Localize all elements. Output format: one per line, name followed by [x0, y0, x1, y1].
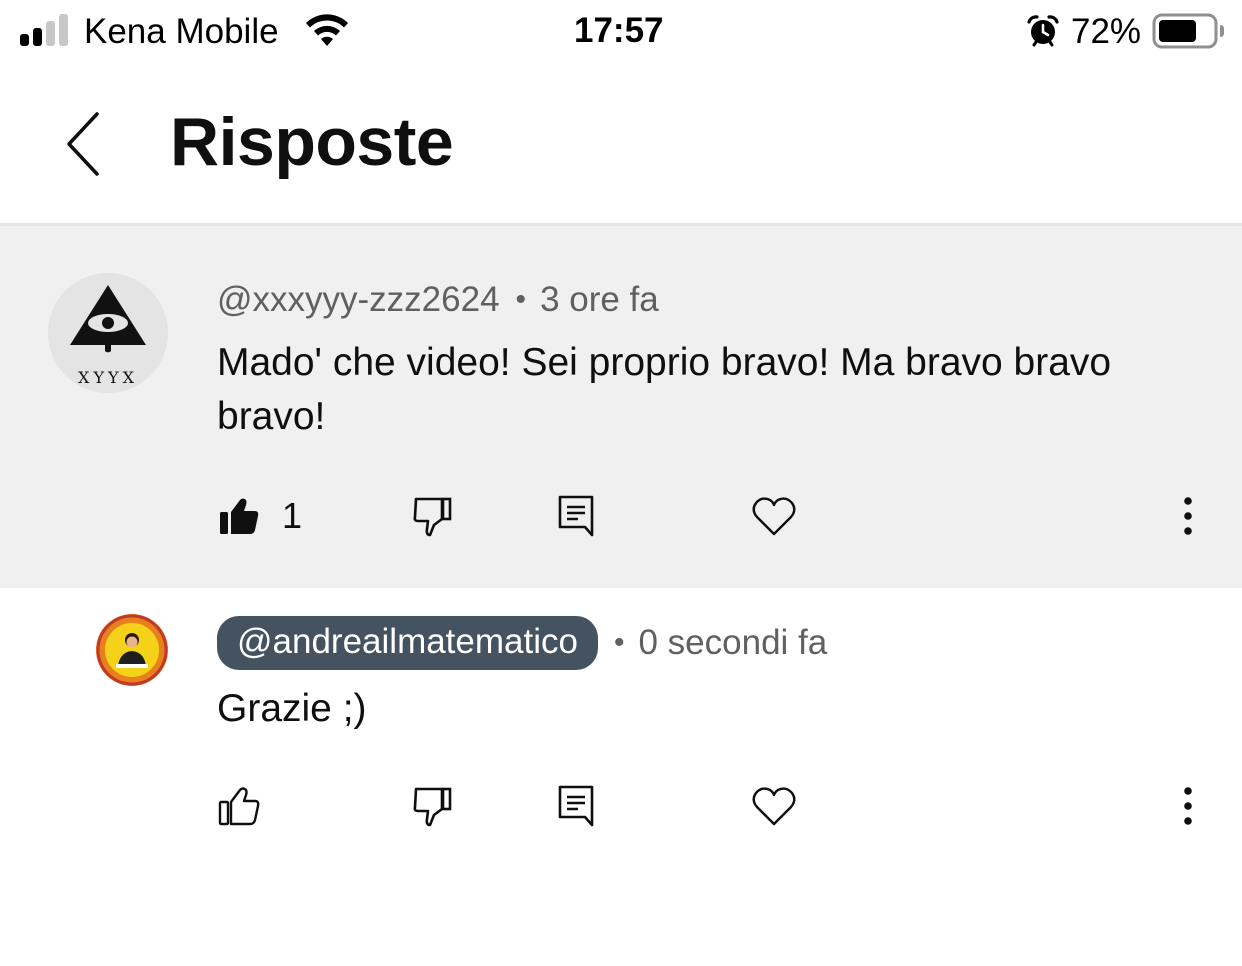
comment-text: Grazie ;): [217, 687, 367, 730]
more-options-button[interactable]: [1178, 486, 1198, 546]
comment-reply: @andreailmatematico • 0 secondi fa Grazi…: [0, 588, 1242, 966]
battery-icon: [1152, 12, 1226, 50]
heart-icon: [752, 787, 796, 826]
like-count: 1: [282, 495, 303, 536]
channel-avatar-icon: [96, 614, 168, 686]
separator-dot: •: [613, 626, 625, 659]
more-options-button[interactable]: [1178, 776, 1198, 836]
comment-thread-parent: XYYX @xxxyyy-zzz2624 • 3 ore fa Mado' ch…: [0, 226, 1242, 588]
heart-button[interactable]: [752, 486, 796, 546]
comment-author[interactable]: @xxxyyy-zzz2624: [217, 278, 500, 322]
chevron-left-icon: [67, 112, 99, 176]
avatar[interactable]: XYYX: [48, 273, 168, 393]
more-vert-icon: [1184, 787, 1192, 825]
alarm-icon: [1026, 14, 1060, 48]
battery-percent: 72%: [1071, 12, 1142, 51]
reply-button[interactable]: [558, 776, 594, 836]
carrier-name: Kena Mobile: [84, 12, 279, 51]
more-vert-icon: [1184, 497, 1192, 535]
heart-icon: [752, 497, 796, 536]
reply-icon: [558, 495, 594, 537]
like-button[interactable]: 1: [218, 486, 302, 546]
like-button[interactable]: [218, 776, 260, 836]
back-button[interactable]: [58, 108, 108, 180]
page-title: Risposte: [170, 104, 454, 180]
clock: 17:57: [574, 11, 664, 50]
dislike-button[interactable]: [412, 776, 452, 836]
heart-button[interactable]: [752, 776, 796, 836]
comment-meta: @xxxyyy-zzz2624 • 3 ore fa: [217, 278, 659, 322]
separator-dot: •: [515, 283, 527, 316]
avatar-logo-icon: XYYX: [48, 273, 168, 393]
comment-meta: @andreailmatematico • 0 secondi fa: [217, 616, 827, 670]
thumbs-down-icon: [413, 787, 452, 827]
status-bar: Kena Mobile 17:57 72%: [0, 0, 1242, 64]
thumbs-up-icon: [218, 787, 260, 826]
comment-text: Mado' che video! Sei proprio bravo! Ma b…: [217, 341, 1112, 438]
comment-timestamp: 0 secondi fa: [638, 623, 828, 662]
wifi-icon: [304, 12, 350, 48]
thumbs-up-icon: [220, 498, 259, 534]
dislike-button[interactable]: [412, 486, 452, 546]
reply-icon: [558, 785, 594, 827]
thumbs-down-icon: [413, 497, 452, 537]
svg-text:XYYX: XYYX: [78, 368, 138, 387]
creator-author-badge[interactable]: @andreailmatematico: [217, 616, 598, 670]
comment-actions: [0, 776, 1242, 836]
comment-timestamp: 3 ore fa: [540, 280, 659, 319]
avatar[interactable]: [96, 614, 168, 686]
app-header: Risposte: [0, 64, 1242, 226]
signal-icon: [20, 14, 72, 46]
reply-button[interactable]: [558, 486, 594, 546]
comment-actions: 1: [0, 486, 1242, 546]
